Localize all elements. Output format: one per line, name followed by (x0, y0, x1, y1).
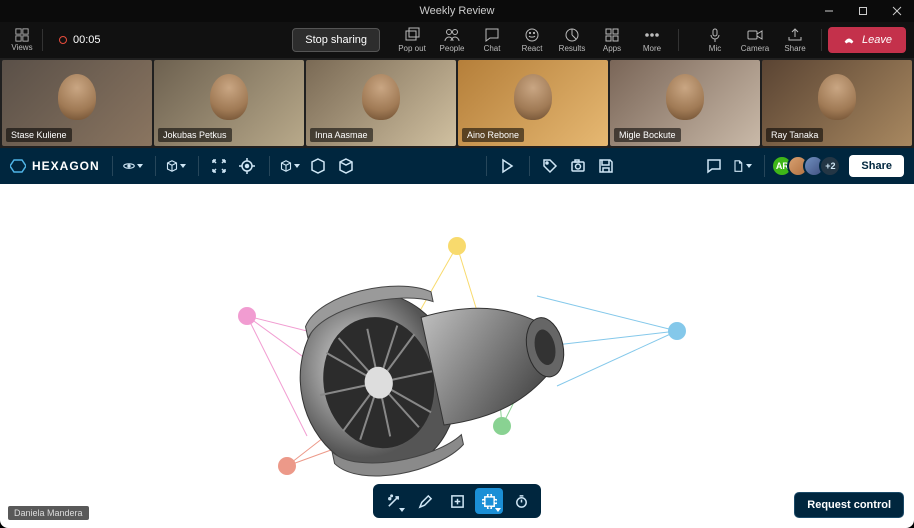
participant-name: Jokubas Petkus (158, 128, 232, 142)
play-tool[interactable] (497, 156, 517, 176)
cube2-tool[interactable] (308, 156, 328, 176)
views-button[interactable]: Views (8, 28, 36, 52)
pen-tool[interactable] (411, 488, 439, 514)
cube-tool[interactable] (280, 156, 300, 176)
presenter-label: Daniela Mandera (8, 506, 89, 520)
add-panel-tool[interactable] (443, 488, 471, 514)
self-controls: Mic Camera Share (695, 27, 815, 53)
participant-tile[interactable]: Migle Bockute (610, 60, 760, 146)
cube3-tool[interactable] (336, 156, 356, 176)
share-button[interactable]: Share (775, 27, 815, 53)
apps-button[interactable]: Apps (592, 27, 632, 53)
views-label: Views (11, 43, 32, 52)
participant-name: Migle Bockute (614, 128, 681, 142)
more-button[interactable]: More (632, 27, 672, 53)
divider (821, 29, 822, 51)
record-icon (59, 36, 67, 44)
save-tool[interactable] (596, 156, 616, 176)
popout-button[interactable]: Pop out (392, 27, 432, 53)
window-maximize-button[interactable] (846, 0, 880, 22)
results-button[interactable]: Results (552, 27, 592, 53)
chat-button[interactable]: Chat (472, 27, 512, 53)
participant-strip: Stase Kuliene Jokubas Petkus Inna Aasmae… (0, 58, 914, 148)
participant-name: Aino Rebone (462, 128, 524, 142)
meeting-toolbar: Views 00:05 Stop sharing Pop out People … (0, 22, 914, 58)
model-viewport[interactable] (197, 216, 717, 496)
avatar-stack[interactable]: AR +2 (777, 155, 841, 177)
window-minimize-button[interactable] (812, 0, 846, 22)
magic-tool[interactable] (379, 488, 407, 514)
puzzle-tool[interactable] (475, 488, 503, 514)
react-button[interactable]: React (512, 27, 552, 53)
people-button[interactable]: People (432, 27, 472, 53)
recording-indicator: 00:05 (59, 34, 101, 46)
window-titlebar: Weekly Review (0, 0, 914, 22)
divider (678, 29, 679, 51)
comment-tool[interactable] (704, 156, 724, 176)
orbit-tool[interactable] (123, 156, 143, 176)
file-tool[interactable] (732, 156, 752, 176)
app-share-button[interactable]: Share (849, 155, 904, 177)
participant-name: Inna Aasmae (310, 128, 373, 142)
camera-button[interactable]: Camera (735, 27, 775, 53)
window-close-button[interactable] (880, 0, 914, 22)
leave-button[interactable]: Leave (828, 27, 906, 53)
camera-tool[interactable] (568, 156, 588, 176)
request-control-button[interactable]: Request control (794, 492, 904, 518)
participant-tile[interactable]: Inna Aasmae (306, 60, 456, 146)
divider (42, 29, 43, 51)
meeting-actions: Pop out People Chat React Results Apps M… (392, 27, 672, 53)
expand-tool[interactable] (209, 156, 229, 176)
stop-sharing-button[interactable]: Stop sharing (292, 28, 380, 52)
avatar-more: +2 (819, 155, 841, 177)
participant-name: Ray Tanaka (766, 128, 823, 142)
mic-button[interactable]: Mic (695, 27, 735, 53)
recording-time: 00:05 (73, 34, 101, 46)
target-tool[interactable] (237, 156, 257, 176)
app-header: HEXAGON AR +2 Share (0, 148, 914, 184)
brand-logo: HEXAGON (10, 158, 100, 174)
timer-tool[interactable] (507, 488, 535, 514)
participant-tile[interactable]: Stase Kuliene (2, 60, 152, 146)
tag-tool[interactable] (540, 156, 560, 176)
participant-tile[interactable]: Aino Rebone (458, 60, 608, 146)
shared-content-canvas[interactable]: Daniela Mandera Request control (0, 184, 914, 528)
annotation-toolbar (373, 484, 541, 518)
window-title: Weekly Review (420, 5, 495, 17)
participant-tile[interactable]: Jokubas Petkus (154, 60, 304, 146)
box-tool[interactable] (166, 156, 186, 176)
participant-tile[interactable]: Ray Tanaka (762, 60, 912, 146)
participant-name: Stase Kuliene (6, 128, 72, 142)
